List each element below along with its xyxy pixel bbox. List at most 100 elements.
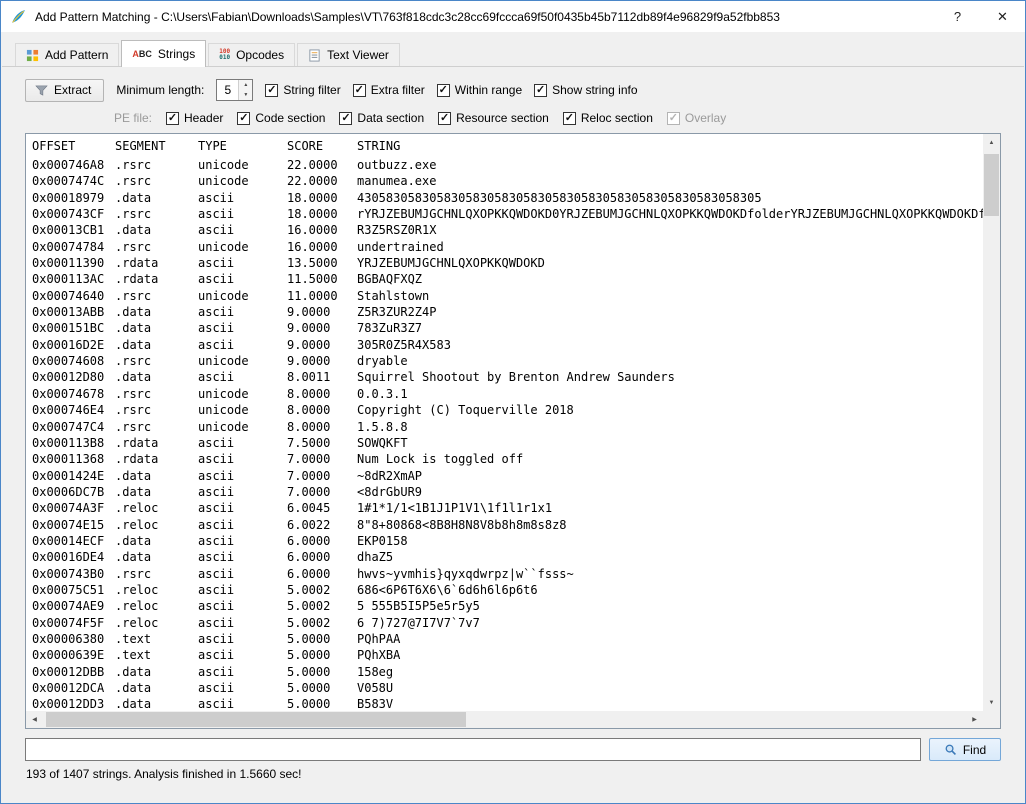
cell-offset: 0x00012DCA	[32, 680, 115, 696]
min-length-label: Minimum length:	[116, 83, 204, 97]
column-header-string[interactable]: STRING	[357, 139, 983, 153]
cell-offset: 0x0001424E	[32, 468, 115, 484]
cell-score: 7.0000	[287, 484, 357, 500]
table-row[interactable]: 0x00074678 .rsrc unicode 8.0000 0.0.3.1	[26, 386, 983, 402]
checkbox-string-filter[interactable]: ✓ String filter	[265, 83, 340, 97]
vertical-scrollbar-thumb[interactable]	[984, 154, 999, 216]
find-button[interactable]: Find	[929, 738, 1001, 761]
table-row[interactable]: 0x000151BC .data ascii 9.0000 783ZuR3Z7	[26, 320, 983, 336]
cell-type: ascii	[198, 533, 287, 549]
table-row[interactable]: 0x00075C51 .reloc ascii 5.0002 686<6P6T6…	[26, 582, 983, 598]
scroll-right-arrow-icon[interactable]: ▶	[966, 711, 983, 728]
table-row[interactable]: 0x00074AE9 .reloc ascii 5.0002 5 555B5I5…	[26, 598, 983, 614]
table-row[interactable]: 0x00074A3F .reloc ascii 6.0045 1#1*1/1<1…	[26, 500, 983, 516]
table-row[interactable]: 0x00018979 .data ascii 18.0000 430583058…	[26, 190, 983, 206]
checkbox-within-range[interactable]: ✓ Within range	[437, 83, 522, 97]
cell-score: 6.0000	[287, 549, 357, 565]
table-row[interactable]: 0x00016DE4 .data ascii 6.0000 dhaZ5	[26, 549, 983, 565]
tab-label: Opcodes	[236, 48, 284, 62]
cell-segment: .rdata	[115, 435, 198, 451]
table-row[interactable]: 0x0007474C .rsrc unicode 22.0000 manumea…	[26, 173, 983, 189]
search-input[interactable]	[25, 738, 921, 761]
cell-type: ascii	[198, 320, 287, 336]
spinner-up-button[interactable]: ▲	[239, 80, 252, 90]
table-row[interactable]: 0x00014ECF .data ascii 6.0000 EKP0158	[26, 533, 983, 549]
table-row[interactable]: 0x000113B8 .rdata ascii 7.5000 SOWQKFT	[26, 435, 983, 451]
checkbox-data-section[interactable]: ✓ Data section	[339, 111, 424, 125]
cell-offset: 0x000747C4	[32, 419, 115, 435]
cell-segment: .rdata	[115, 255, 198, 271]
table-row[interactable]: 0x000747C4 .rsrc unicode 8.0000 1.5.8.8	[26, 419, 983, 435]
cell-segment: .rsrc	[115, 419, 198, 435]
checkbox-code-section[interactable]: ✓ Code section	[237, 111, 325, 125]
table-row[interactable]: 0x00013ABB .data ascii 9.0000 Z5R3ZUR2Z4…	[26, 304, 983, 320]
strings-table-viewport: OFFSET SEGMENT TYPE SCORE STRING 0x00074…	[26, 134, 983, 711]
checkmark-icon: ✓	[437, 84, 450, 97]
cell-string: Squirrel Shootout by Brenton Andrew Saun…	[357, 369, 983, 385]
cell-string: 158eg	[357, 664, 983, 680]
cell-offset: 0x00012DBB	[32, 664, 115, 680]
scroll-down-arrow-icon[interactable]: ▼	[983, 694, 1000, 711]
column-header-type[interactable]: TYPE	[198, 139, 287, 153]
horizontal-scrollbar[interactable]: ◀ ▶	[26, 711, 983, 728]
vertical-scrollbar[interactable]: ▲ ▼	[983, 134, 1000, 711]
cell-score: 7.5000	[287, 435, 357, 451]
checkmark-icon: ✓	[265, 84, 278, 97]
table-row[interactable]: 0x0006DC7B .data ascii 7.0000 <8drGbUR9	[26, 484, 983, 500]
cell-offset: 0x00013ABB	[32, 304, 115, 320]
table-row[interactable]: 0x00006380 .text ascii 5.0000 PQhPAA	[26, 631, 983, 647]
cell-segment: .data	[115, 696, 198, 711]
table-row[interactable]: 0x000746E4 .rsrc unicode 8.0000 Copyrigh…	[26, 402, 983, 418]
table-row[interactable]: 0x000746A8 .rsrc unicode 22.0000 outbuzz…	[26, 157, 983, 173]
table-row[interactable]: 0x00074E15 .reloc ascii 6.0022 8"8+80868…	[26, 517, 983, 533]
checkbox-extra-filter[interactable]: ✓ Extra filter	[353, 83, 425, 97]
cell-offset: 0x00074E15	[32, 517, 115, 533]
help-button[interactable]: ?	[935, 1, 980, 32]
cell-score: 5.0002	[287, 598, 357, 614]
scroll-up-arrow-icon[interactable]: ▲	[983, 134, 1000, 151]
table-row[interactable]: 0x00011390 .rdata ascii 13.5000 YRJZEBUM…	[26, 255, 983, 271]
cell-score: 5.0000	[287, 664, 357, 680]
checkbox-resource-section[interactable]: ✓ Resource section	[438, 111, 549, 125]
tab-add-pattern[interactable]: Add Pattern	[15, 43, 119, 66]
table-row[interactable]: 0x000743CF .rsrc ascii 18.0000 rYRJZEBUM…	[26, 206, 983, 222]
cell-string: EKP0158	[357, 533, 983, 549]
cell-score: 9.0000	[287, 320, 357, 336]
table-row[interactable]: 0x00013CB1 .data ascii 16.0000 R3Z5RSZ0R…	[26, 222, 983, 238]
column-header-score[interactable]: SCORE	[287, 139, 357, 153]
table-row[interactable]: 0x00011368 .rdata ascii 7.0000 Num Lock …	[26, 451, 983, 467]
table-row[interactable]: 0x000743B0 .rsrc ascii 6.0000 hwvs~yvmhi…	[26, 566, 983, 582]
table-row[interactable]: 0x000113AC .rdata ascii 11.5000 BGBAQFXQ…	[26, 271, 983, 287]
table-row[interactable]: 0x0000639E .text ascii 5.0000 PQhXBA	[26, 647, 983, 663]
spinner-down-button[interactable]: ▼	[239, 90, 252, 100]
cell-score: 5.0000	[287, 696, 357, 711]
table-row[interactable]: 0x00074640 .rsrc unicode 11.0000 Stahlst…	[26, 288, 983, 304]
extract-button[interactable]: Extract	[25, 79, 104, 102]
table-row[interactable]: 0x00074608 .rsrc unicode 9.0000 dryable	[26, 353, 983, 369]
checkbox-show-string-info[interactable]: ✓ Show string info	[534, 83, 637, 97]
cell-type: ascii	[198, 206, 287, 222]
table-row[interactable]: 0x00012DCA .data ascii 5.0000 V058U	[26, 680, 983, 696]
cell-offset: 0x000743CF	[32, 206, 115, 222]
table-row[interactable]: 0x00016D2E .data ascii 9.0000 305R0Z5R4X…	[26, 337, 983, 353]
checkbox-header[interactable]: ✓ Header	[166, 111, 223, 125]
scroll-left-arrow-icon[interactable]: ◀	[26, 711, 43, 728]
cell-offset: 0x000746E4	[32, 402, 115, 418]
cell-offset: 0x00006380	[32, 631, 115, 647]
table-row[interactable]: 0x00012DD3 .data ascii 5.0000 B583V	[26, 696, 983, 711]
table-row[interactable]: 0x00074F5F .reloc ascii 5.0002 6 7)727@7…	[26, 615, 983, 631]
cell-score: 8.0011	[287, 369, 357, 385]
table-row[interactable]: 0x00012D80 .data ascii 8.0011 Squirrel S…	[26, 369, 983, 385]
horizontal-scrollbar-thumb[interactable]	[46, 712, 466, 727]
table-row[interactable]: 0x00012DBB .data ascii 5.0000 158eg	[26, 664, 983, 680]
close-button[interactable]: ✕	[980, 1, 1025, 32]
min-length-spinner[interactable]: 5 ▲ ▼	[216, 79, 253, 101]
tab-strings[interactable]: ABC Strings	[121, 40, 206, 67]
table-row[interactable]: 0x0001424E .data ascii 7.0000 ~8dR2XmAP	[26, 468, 983, 484]
table-row[interactable]: 0x00074784 .rsrc unicode 16.0000 undertr…	[26, 239, 983, 255]
column-header-offset[interactable]: OFFSET	[32, 139, 115, 153]
tab-opcodes[interactable]: 100 010 Opcodes	[208, 43, 295, 66]
tab-text-viewer[interactable]: Text Viewer	[297, 43, 400, 66]
checkbox-reloc-section[interactable]: ✓ Reloc section	[563, 111, 653, 125]
column-header-segment[interactable]: SEGMENT	[115, 139, 198, 153]
